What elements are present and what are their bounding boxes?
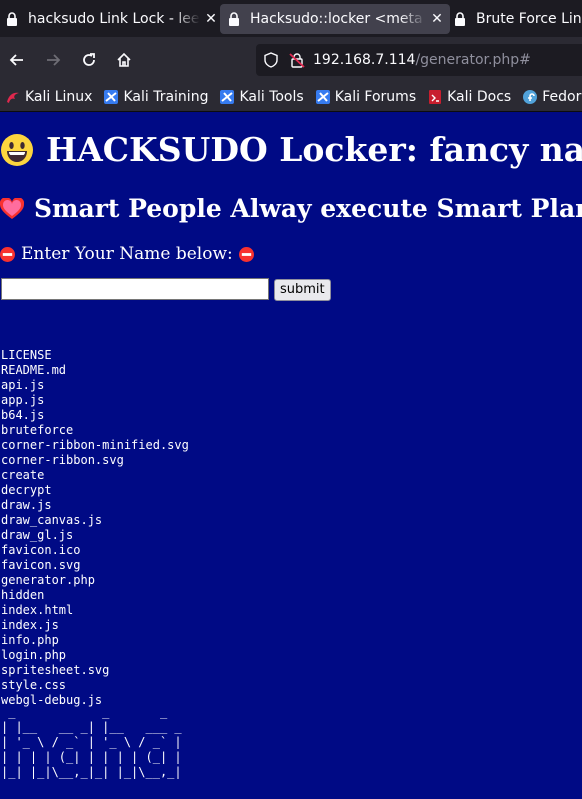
file-entry: api.js bbox=[1, 378, 45, 392]
file-entry: favicon.ico bbox=[1, 543, 81, 557]
name-input[interactable] bbox=[1, 278, 269, 300]
file-entry: LICENSE bbox=[1, 348, 52, 362]
tab-hacksudo-link-lock[interactable]: hacksudo Link Lock - leet ✕ bbox=[2, 4, 218, 34]
back-arrow-icon bbox=[9, 54, 23, 66]
file-entry: draw_canvas.js bbox=[1, 513, 103, 527]
bookmark-label: Kali Docs bbox=[447, 89, 512, 105]
bookmarks-toolbar: Kali Linux Kali Training Kali Tools Kali… bbox=[0, 83, 582, 112]
kali-training-icon bbox=[104, 90, 119, 104]
shield-icon[interactable] bbox=[263, 52, 279, 68]
bookmark-kali-forums[interactable]: Kali Forums bbox=[315, 89, 417, 105]
tab-hacksudo-locker[interactable]: Hacksudo::locker <meta c ✕ bbox=[220, 4, 450, 34]
kali-docs-icon bbox=[429, 90, 442, 104]
fedora-icon bbox=[523, 90, 538, 104]
file-entry: draw_gl.js bbox=[1, 528, 74, 542]
name-prompt: Enter Your Name below: bbox=[0, 244, 254, 264]
file-entry: generator.php bbox=[1, 573, 95, 587]
no-entry-icon bbox=[0, 246, 15, 262]
file-entry: bruteforce bbox=[1, 423, 74, 437]
file-entry: style.css bbox=[1, 678, 67, 692]
bookmark-label: Kali Training bbox=[123, 89, 209, 105]
close-tab-icon[interactable]: ✕ bbox=[430, 11, 444, 27]
tab-title: hacksudo Link Lock - leet bbox=[28, 11, 200, 27]
bookmark-label: Kali Forums bbox=[334, 89, 417, 105]
bookmark-label: Kali Linux bbox=[25, 89, 93, 105]
file-entry: hidden bbox=[1, 588, 45, 602]
kali-tools-icon bbox=[220, 90, 235, 104]
page-subtitle: Smart People Alway execute Smart Plan bbox=[0, 194, 582, 223]
grinning-face-icon bbox=[1, 133, 33, 166]
lock-icon bbox=[455, 12, 465, 26]
file-listing: LICENSE README.md api.js app.js b64.js b… bbox=[1, 348, 189, 708]
file-entry: corner-ribbon.svg bbox=[1, 453, 124, 467]
file-entry: info.php bbox=[1, 633, 59, 647]
bookmark-fedora[interactable]: Fedora bbox=[523, 89, 582, 105]
file-entry: create bbox=[1, 468, 45, 482]
file-entry: spritesheet.svg bbox=[1, 663, 110, 677]
file-entry: index.html bbox=[1, 603, 74, 617]
reload-icon bbox=[83, 53, 95, 66]
no-entry-icon bbox=[238, 246, 254, 262]
url-host: 192.168.7.114 bbox=[313, 52, 416, 68]
kali-dragon-icon bbox=[7, 92, 19, 103]
file-entry: draw.js bbox=[1, 498, 52, 512]
file-entry: b64.js bbox=[1, 408, 45, 422]
bookmark-label: Kali Tools bbox=[239, 89, 304, 105]
prompt-text: Enter Your Name below: bbox=[21, 244, 233, 264]
title-text: HACKSUDO Locker: fancy nam bbox=[46, 130, 582, 169]
tab-bar: hacksudo Link Lock - leet ✕ Hacksudo::lo… bbox=[0, 0, 582, 37]
back-button[interactable] bbox=[3, 46, 31, 74]
bookmark-kali-docs[interactable]: Kali Docs bbox=[428, 89, 511, 105]
subtitle-text: Smart People Alway execute Smart Plan bbox=[34, 194, 582, 223]
bookmark-kali-training[interactable]: Kali Training bbox=[104, 89, 208, 105]
page-title: HACKSUDO Locker: fancy nam bbox=[0, 130, 582, 169]
home-button[interactable] bbox=[110, 46, 138, 74]
bookmark-kali-tools[interactable]: Kali Tools bbox=[220, 89, 304, 105]
forward-button[interactable] bbox=[39, 46, 67, 74]
url-text[interactable]: 192.168.7.114/generator.php# bbox=[313, 52, 531, 68]
file-entry: favicon.svg bbox=[1, 558, 81, 572]
bookmark-label: Fedora bbox=[542, 89, 582, 105]
bookmark-kali-linux[interactable]: Kali Linux bbox=[6, 89, 92, 105]
tab-brute-force-link[interactable]: Brute Force Link bbox=[448, 4, 582, 34]
reload-button[interactable] bbox=[75, 46, 103, 74]
lock-icon bbox=[7, 12, 17, 26]
file-entry: app.js bbox=[1, 393, 45, 407]
file-entry: corner-ribbon-minified.svg bbox=[1, 438, 189, 452]
tab-title: Hacksudo::locker <meta c bbox=[250, 11, 426, 27]
page-content: HACKSUDO Locker: fancy nam Smart People … bbox=[0, 112, 582, 799]
url-path: /generator.php# bbox=[415, 52, 531, 68]
file-entry: login.php bbox=[1, 648, 67, 662]
submit-button[interactable]: submit bbox=[274, 279, 331, 301]
home-icon bbox=[117, 52, 131, 67]
tab-title: Brute Force Link bbox=[476, 11, 582, 27]
heart-icon bbox=[0, 197, 24, 219]
navigation-bar: 192.168.7.114/generator.php# bbox=[0, 37, 582, 83]
file-entry: decrypt bbox=[1, 483, 52, 497]
ascii-art-banner: _ _ _ | |__ __ _| |__ ___ _ | '_ \ / _` … bbox=[1, 705, 182, 779]
file-entry: index.js bbox=[1, 618, 59, 632]
close-tab-icon[interactable]: ✕ bbox=[204, 11, 218, 27]
insecure-lock-icon[interactable] bbox=[289, 52, 305, 68]
url-bar[interactable]: 192.168.7.114/generator.php# bbox=[256, 44, 582, 76]
file-entry: README.md bbox=[1, 363, 67, 377]
lock-icon bbox=[229, 12, 239, 26]
forward-arrow-icon bbox=[47, 54, 61, 66]
kali-forums-icon bbox=[315, 90, 330, 104]
